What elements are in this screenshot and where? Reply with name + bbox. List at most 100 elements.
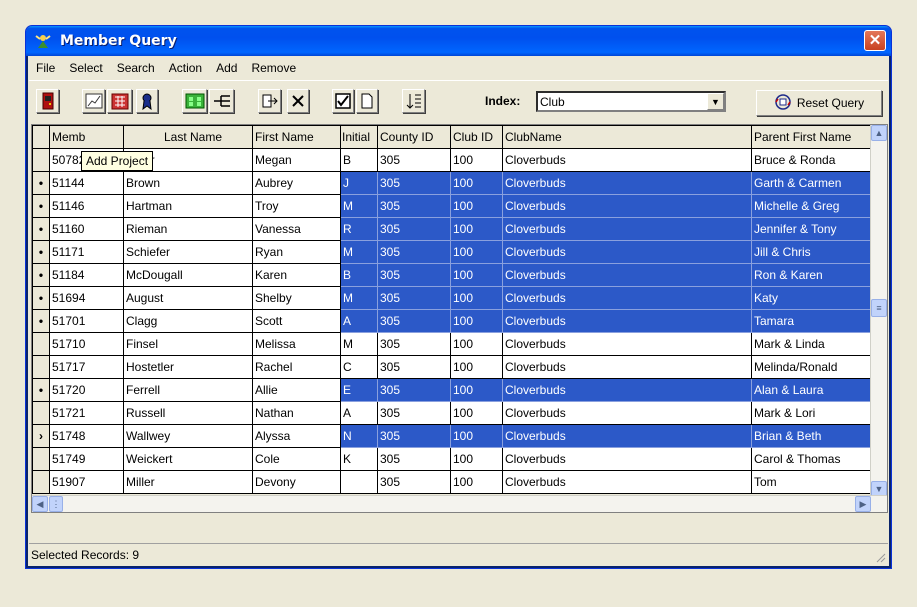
table-cell[interactable]: Garth & Carmen [751,171,874,195]
scroll-thumb[interactable]: ≡ [871,299,887,317]
table-cell[interactable]: 100 [450,194,503,218]
table-cell[interactable]: Cloverbuds [502,194,752,218]
table-cell[interactable]: 100 [450,309,503,333]
table-cell[interactable]: 305 [377,240,451,264]
vertical-scrollbar[interactable]: ▲ ≡ ▼ [870,125,887,497]
menu-file[interactable]: File [29,61,62,75]
table-row[interactable]: • 51720 Ferrell Allie E 305 100 Cloverbuds Alan … [32,378,874,402]
row-marker[interactable] [32,332,50,356]
row-marker[interactable]: • [32,171,50,195]
table-cell[interactable]: Cloverbuds [502,286,752,310]
member-grid[interactable]: Memb Last Name First Name Initial County… [31,124,888,513]
exit-button[interactable] [36,89,59,113]
index-dropdown[interactable]: Club ▼ [536,91,726,112]
table-cell[interactable]: Schiefer [123,240,253,264]
table-cell[interactable]: 100 [450,355,503,379]
table-cell[interactable]: 51146 [49,194,124,218]
table-cell[interactable]: Tom [751,470,874,494]
table-cell[interactable]: 100 [450,332,503,356]
table-cell[interactable]: 100 [450,148,503,172]
table-cell[interactable]: 305 [377,194,451,218]
table-cell[interactable]: 305 [377,332,451,356]
table-cell[interactable]: Carol & Thomas [751,447,874,471]
table-row[interactable]: • 51184 McDougall Karen B 305 100 Cloverbuds Ron… [32,263,874,287]
table-cell[interactable]: Troy [252,194,341,218]
scroll-right-icon[interactable]: ▶ [855,496,871,512]
table-cell[interactable]: Finsel [123,332,253,356]
menu-add[interactable]: Add [209,61,244,75]
table-cell[interactable]: 51721 [49,401,124,425]
table-cell[interactable]: 305 [377,355,451,379]
table-cell[interactable]: Devony [252,470,341,494]
table-cell[interactable]: 100 [450,401,503,425]
table-cell[interactable]: Weickert [123,447,253,471]
row-marker[interactable] [32,148,50,172]
column-header[interactable]: Last Name [123,125,253,149]
table-cell[interactable]: E [340,378,378,402]
column-header[interactable]: Parent First Name [751,125,874,149]
sort-button[interactable] [402,89,425,113]
table-cell[interactable]: Mark & Lori [751,401,874,425]
reset-query-button[interactable]: Reset Query [756,90,882,116]
table-cell[interactable]: Hostetler [123,355,253,379]
table-cell[interactable]: 51694 [49,286,124,310]
table-cell[interactable]: McDougall [123,263,253,287]
table-cell[interactable]: Cloverbuds [502,401,752,425]
table-cell[interactable]: 100 [450,217,503,241]
table-cell[interactable]: 51160 [49,217,124,241]
table-row[interactable]: 51749 Weickert Cole K 305 100 Cloverbuds Carol … [32,447,874,471]
row-marker[interactable] [32,401,50,425]
row-marker[interactable] [32,355,50,379]
table-cell[interactable]: 51749 [49,447,124,471]
table-cell[interactable]: Cloverbuds [502,309,752,333]
table-cell[interactable]: 100 [450,447,503,471]
table-cell[interactable]: Allie [252,378,341,402]
delete-button[interactable] [287,89,309,113]
table-cell[interactable]: Melinda/Ronald [751,355,874,379]
table-cell[interactable]: Cloverbuds [502,355,752,379]
table-cell[interactable]: 51748 [49,424,124,448]
table-cell[interactable]: 100 [450,240,503,264]
table-cell[interactable]: J [340,171,378,195]
row-marker[interactable]: • [32,378,50,402]
table-cell[interactable]: 51717 [49,355,124,379]
table-cell[interactable]: 305 [377,447,451,471]
table-cell[interactable]: Aubrey [252,171,341,195]
table-row[interactable]: 51710 Finsel Melissa M 305 100 Cloverbuds Mark … [32,332,874,356]
table-cell[interactable]: August [123,286,253,310]
column-header[interactable]: County ID [377,125,451,149]
menu-remove[interactable]: Remove [244,61,303,75]
column-header[interactable]: Memb [49,125,124,149]
table-cell[interactable]: Miller [123,470,253,494]
menu-select[interactable]: Select [62,61,109,75]
table-cell[interactable]: 305 [377,424,451,448]
table-row[interactable]: 51907 Miller Devony 305 100 Cloverbuds Tom [32,470,874,494]
table-cell[interactable]: Cloverbuds [502,424,752,448]
chart-button[interactable] [82,89,105,113]
column-header[interactable]: Club ID [450,125,503,149]
table-cell[interactable]: Cloverbuds [502,447,752,471]
table-cell[interactable]: 100 [450,263,503,287]
ribbon-button[interactable] [136,89,158,113]
scroll-up-icon[interactable]: ▲ [871,125,887,141]
check-button[interactable] [332,89,354,113]
row-marker[interactable]: • [32,240,50,264]
table-row[interactable]: • 51146 Hartman Troy M 305 100 Cloverbuds Michel… [32,194,874,218]
table-cell[interactable]: Cloverbuds [502,470,752,494]
table-cell[interactable]: 51720 [49,378,124,402]
table-cell[interactable]: Russell [123,401,253,425]
calculator-button[interactable] [107,89,132,113]
table-row[interactable]: • 51694 August Shelby M 305 100 Cloverbuds Katy [32,286,874,310]
table-cell[interactable]: Nathan [252,401,341,425]
table-cell[interactable]: N [340,424,378,448]
title-bar[interactable]: Member Query ✕ [26,26,891,56]
table-cell[interactable]: Cloverbuds [502,378,752,402]
table-cell[interactable]: 51907 [49,470,124,494]
menu-search[interactable]: Search [110,61,162,75]
table-cell[interactable]: Rachel [252,355,341,379]
table-cell[interactable]: 305 [377,148,451,172]
table-cell[interactable]: Jill & Chris [751,240,874,264]
table-cell[interactable]: Cloverbuds [502,263,752,287]
column-header[interactable]: First Name [252,125,341,149]
table-cell[interactable]: 305 [377,378,451,402]
